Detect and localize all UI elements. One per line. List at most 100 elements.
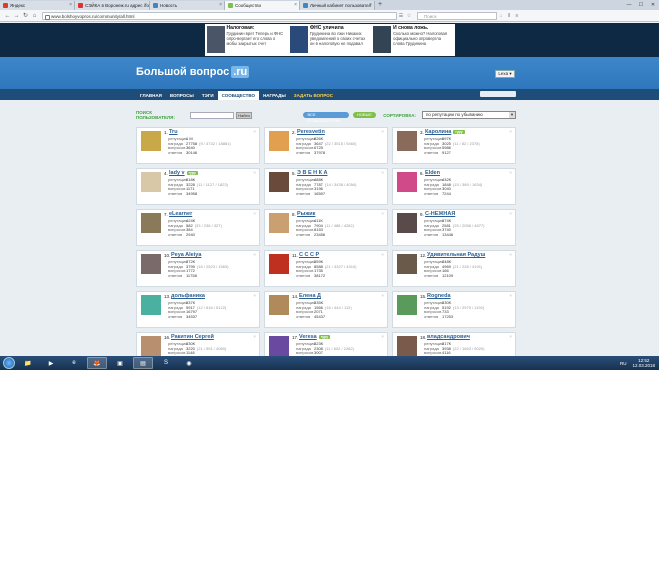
browser-tab[interactable]: Сообщество × <box>225 1 300 10</box>
close-tab-icon[interactable]: × <box>294 2 297 8</box>
browser-search-input[interactable]: Поиск <box>417 11 497 20</box>
user-avatar[interactable] <box>269 213 289 233</box>
close-card-icon[interactable]: × <box>509 211 512 216</box>
user-name-link[interactable]: Удивительная Радуш <box>427 252 485 258</box>
clock[interactable]: 12:52 12.03.2018 <box>632 358 655 368</box>
close-tab-icon[interactable]: × <box>369 2 372 8</box>
close-card-icon[interactable]: × <box>381 129 384 134</box>
user-avatar[interactable] <box>397 336 417 356</box>
reader-icon[interactable]: ☰ <box>397 13 405 19</box>
user-name-link[interactable]: eLearner <box>169 211 192 217</box>
user-avatar[interactable] <box>141 336 161 356</box>
close-card-icon[interactable]: × <box>381 293 384 298</box>
close-card-icon[interactable]: × <box>381 334 384 339</box>
home-icon[interactable]: ⌂ <box>30 13 39 19</box>
bookmark-star-icon[interactable]: ☆ <box>405 13 413 19</box>
news-ad[interactable]: И снова ложь. Сколько можно? Налоговая оф… <box>371 24 454 56</box>
sort-select[interactable]: по репутации по убыванию <box>421 111 516 119</box>
user-menu-button[interactable]: Lexa ▾ <box>495 70 515 78</box>
user-avatar[interactable] <box>269 336 289 356</box>
close-card-icon[interactable]: × <box>253 211 256 216</box>
close-card-icon[interactable]: × <box>509 129 512 134</box>
user-name-link[interactable]: Рыжик <box>297 211 315 217</box>
news-ad[interactable]: Налоговая: Грудинин врет Теперь и ФНС опр… <box>205 24 288 56</box>
find-button[interactable]: Найти <box>235 111 253 119</box>
close-card-icon[interactable]: × <box>509 170 512 175</box>
close-tab-icon[interactable]: × <box>219 2 222 8</box>
download-icon[interactable]: ↓ <box>497 13 505 19</box>
menu-item[interactable]: ТЭГИ <box>198 91 218 100</box>
menu-item[interactable]: ЗАДАТЬ ВОПРОС <box>290 91 337 100</box>
all-users-pill[interactable]: ВСЕ ПОЛЬЗОВАТЕЛИ <box>303 112 350 123</box>
browser-tab[interactable]: СЭЙКА в Воронеж.ru адрес ло × <box>75 1 150 10</box>
explorer-icon[interactable]: 📁 <box>18 357 38 369</box>
user-avatar[interactable] <box>269 254 289 274</box>
user-name-link[interactable]: Veresa гуру <box>299 334 331 340</box>
start-button[interactable] <box>3 357 15 369</box>
menu-item[interactable]: ГЛАВНАЯ <box>136 91 166 100</box>
maximize-icon[interactable]: ☐ <box>635 0 647 10</box>
library-icon[interactable]: ⫴ <box>505 13 513 19</box>
close-card-icon[interactable]: × <box>381 170 384 175</box>
language-indicator[interactable]: RU <box>620 361 627 366</box>
user-name-link[interactable]: дольфаника <box>171 293 205 299</box>
reload-icon[interactable]: ↻ <box>21 12 30 19</box>
close-card-icon[interactable]: × <box>509 293 512 298</box>
user-name-link[interactable]: lady v гуру <box>169 170 198 176</box>
close-window-icon[interactable]: ✕ <box>647 0 659 10</box>
menu-item[interactable]: НАГРАДЫ <box>259 91 290 100</box>
user-avatar[interactable] <box>397 254 417 274</box>
user-name-link[interactable]: Elden <box>425 170 440 176</box>
user-avatar[interactable] <box>397 295 417 315</box>
user-avatar[interactable] <box>269 295 289 315</box>
user-name-link[interactable]: Rogneda <box>427 293 451 299</box>
site-logo[interactable]: Большой вопрос .ru <box>136 66 250 78</box>
browser-tab[interactable]: Яндекс × <box>0 1 75 10</box>
close-card-icon[interactable]: × <box>253 252 256 257</box>
menu-icon[interactable]: ≡ <box>513 13 521 19</box>
user-avatar[interactable] <box>269 172 289 192</box>
user-avatar[interactable] <box>141 172 161 192</box>
firefox-icon[interactable]: 🦊 <box>87 357 107 369</box>
close-card-icon[interactable]: × <box>253 293 256 298</box>
skype-icon[interactable]: S <box>156 357 176 369</box>
user-name-link[interactable]: Елена Д <box>299 293 321 299</box>
media-icon[interactable]: ▶ <box>41 357 61 369</box>
user-avatar[interactable] <box>141 295 161 315</box>
site-search-input[interactable] <box>480 91 516 97</box>
news-ad[interactable]: ФНС уличила Грудинина во лжи Никаких увед… <box>288 24 371 56</box>
user-avatar[interactable] <box>141 254 161 274</box>
doc-icon[interactable]: ▤ <box>133 357 153 369</box>
user-name-link[interactable]: С-НЕЖНАЯ <box>425 211 455 217</box>
menu-item[interactable]: ВОПРОСЫ <box>166 91 198 100</box>
user-avatar[interactable] <box>397 131 417 151</box>
forward-icon[interactable]: → <box>12 13 21 19</box>
user-avatar[interactable] <box>397 172 417 192</box>
close-card-icon[interactable]: × <box>509 252 512 257</box>
close-card-icon[interactable]: × <box>253 129 256 134</box>
menu-item[interactable]: СООБЩЕСТВО <box>217 91 260 100</box>
new-tab-button[interactable]: + <box>375 1 385 10</box>
browser-tab[interactable]: Новость × <box>150 1 225 10</box>
photo-icon[interactable]: ◉ <box>179 357 199 369</box>
user-name-link[interactable]: Peya Aleiya <box>171 252 201 258</box>
user-avatar[interactable] <box>269 131 289 151</box>
user-avatar[interactable] <box>141 213 161 233</box>
user-name-link[interactable]: С С С Р <box>299 252 319 258</box>
user-avatar[interactable] <box>397 213 417 233</box>
ie-icon[interactable]: e <box>64 357 84 369</box>
close-card-icon[interactable]: × <box>381 211 384 216</box>
address-bar[interactable]: www.bolshoyvopros.ru/community/all.html <box>42 11 397 20</box>
user-name-link[interactable]: Каролина гуру <box>425 129 465 135</box>
user-avatar[interactable] <box>141 131 161 151</box>
search-user-input[interactable] <box>189 111 234 119</box>
user-name-link[interactable]: Tru <box>169 129 178 135</box>
new-users-pill[interactable]: НОВЫЕ <box>353 112 376 118</box>
app-icon[interactable]: ▣ <box>110 357 130 369</box>
user-name-link[interactable]: Э В Е Н К А <box>297 170 328 176</box>
user-name-link[interactable]: Ракитин Сергей <box>171 334 214 340</box>
user-name-link[interactable]: владсандрович <box>427 334 470 340</box>
minimize-icon[interactable]: — <box>623 0 635 10</box>
close-card-icon[interactable]: × <box>509 334 512 339</box>
close-card-icon[interactable]: × <box>381 252 384 257</box>
